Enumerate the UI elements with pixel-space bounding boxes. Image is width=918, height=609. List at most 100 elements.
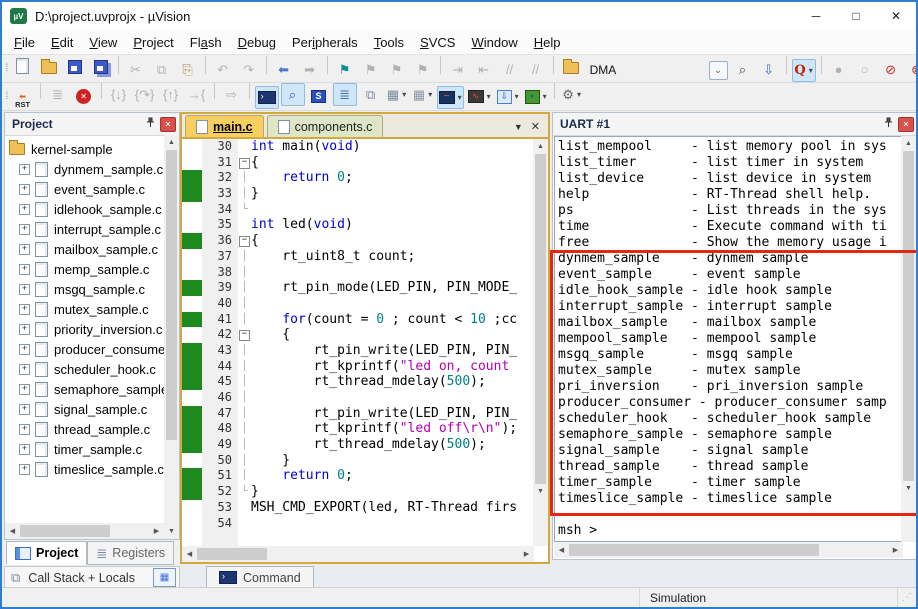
- stop-debug-button[interactable]: ✕: [72, 85, 96, 108]
- expand-icon[interactable]: +: [19, 223, 30, 235]
- code-line[interactable]: 34 └: [182, 202, 532, 218]
- disassembly-window-button[interactable]: ⌕: [280, 83, 305, 106]
- expand-icon[interactable]: +: [19, 383, 30, 395]
- code-line[interactable]: 49 │ rt_thread_mdelay(500);: [182, 437, 532, 453]
- quick-find-button[interactable]: Q ▾: [791, 59, 816, 82]
- uart-horizontal-scrollbar[interactable]: ◀ ▶: [554, 542, 903, 558]
- fold-toggle[interactable]: −: [239, 236, 250, 248]
- dropdown-arrow-icon[interactable]: ▾: [402, 90, 406, 99]
- expand-icon[interactable]: +: [19, 203, 30, 215]
- code-line[interactable]: 31−{: [182, 155, 532, 171]
- run-to-cursor-button[interactable]: →{: [185, 83, 209, 106]
- menu-edit[interactable]: Edit: [43, 32, 81, 53]
- code-editor[interactable]: 30 int main(void) 31−{32 │ return 0; 33 │} 34 └…: [182, 139, 532, 546]
- menu-project[interactable]: Project: [125, 32, 181, 53]
- find-in-files-button[interactable]: ⌕: [731, 58, 755, 81]
- dropdown-arrow-icon[interactable]: ▾: [577, 90, 581, 99]
- disable-breakpoint-button[interactable]: ○: [853, 58, 877, 81]
- code-line[interactable]: 41 │ for(count = 0 ; count < 10 ;cc: [182, 311, 532, 328]
- tree-item-root[interactable]: kernel-sample: [5, 139, 164, 159]
- pin-icon[interactable]: [143, 115, 157, 133]
- menu-file[interactable]: File: [6, 32, 43, 53]
- close-icon[interactable]: ✕: [160, 116, 176, 132]
- tree-item[interactable]: + mutex_sample.c: [5, 299, 164, 319]
- symbol-window-button[interactable]: S: [307, 85, 331, 108]
- redo-button[interactable]: ↷: [237, 58, 261, 81]
- scroll-left-icon[interactable]: ◀: [5, 523, 20, 539]
- pin-icon[interactable]: [881, 115, 895, 133]
- tree-item[interactable]: + timer_sample.c: [5, 439, 164, 459]
- scroll-thumb[interactable]: [535, 154, 546, 484]
- scroll-left-icon[interactable]: ◀: [182, 546, 197, 562]
- save-button[interactable]: [63, 56, 87, 79]
- code-line[interactable]: 40 │: [182, 296, 532, 312]
- outdent-button[interactable]: ⇤: [472, 58, 496, 81]
- resize-grip[interactable]: ⋰: [898, 592, 916, 603]
- system-viewer-button[interactable]: ⇩ ▾: [495, 85, 521, 108]
- expand-icon[interactable]: +: [19, 463, 30, 475]
- prev-bookmark-button[interactable]: ⚑: [385, 58, 409, 81]
- close-icon[interactable]: ✕: [898, 116, 914, 132]
- tree-item[interactable]: + timeslice_sample.c: [5, 459, 164, 479]
- reset-button[interactable]: ⬅ RST: [11, 89, 35, 110]
- menu-flash[interactable]: Flash: [182, 32, 230, 53]
- copy-button[interactable]: ⧉: [150, 58, 174, 81]
- code-line[interactable]: 43 │ rt_pin_write(LED_PIN, PIN_: [182, 342, 532, 359]
- code-line[interactable]: 35 int led(void): [182, 217, 532, 233]
- kill-all-breakpoints-button[interactable]: ⊗: [905, 58, 916, 81]
- expand-icon[interactable]: +: [19, 423, 30, 435]
- code-line[interactable]: 36−{: [182, 233, 532, 249]
- scroll-right-icon[interactable]: ▶: [888, 542, 903, 558]
- dropdown-arrow-icon[interactable]: ▾: [809, 66, 813, 75]
- tab-main-c[interactable]: main.c: [185, 115, 264, 137]
- scroll-down-icon[interactable]: ▼: [533, 484, 548, 499]
- show-next-statement-button[interactable]: ⇨: [220, 83, 244, 106]
- expand-icon[interactable]: +: [19, 343, 30, 355]
- scroll-up-icon[interactable]: ▲: [164, 135, 179, 150]
- editor-horizontal-scrollbar[interactable]: ◀ ▶: [182, 546, 534, 562]
- menu-peripherals[interactable]: Peripherals: [284, 32, 366, 53]
- expand-icon[interactable]: +: [19, 303, 30, 315]
- analysis-window-button[interactable]: ∿ ▾: [466, 85, 493, 108]
- scroll-down-icon[interactable]: ▼: [164, 523, 179, 539]
- scroll-thumb[interactable]: [903, 151, 914, 481]
- tree-item[interactable]: + event_sample.c: [5, 179, 164, 199]
- tree-item[interactable]: + dynmem_sample.c: [5, 159, 164, 179]
- next-bookmark-button[interactable]: ⚑: [359, 58, 383, 81]
- tools-button[interactable]: ⚙ ▾: [560, 83, 584, 106]
- menu-debug[interactable]: Debug: [230, 32, 284, 53]
- tab-list-icon[interactable]: ▼: [514, 122, 523, 132]
- open-file-button[interactable]: [37, 57, 61, 80]
- incremental-find-button[interactable]: ⇩: [757, 58, 781, 81]
- code-line[interactable]: 42− {: [182, 327, 532, 343]
- scroll-thumb[interactable]: [569, 544, 819, 556]
- dropdown-arrow-icon[interactable]: ▾: [543, 92, 547, 101]
- close-button[interactable]: ✕: [876, 4, 916, 28]
- project-vertical-scrollbar[interactable]: ▲: [164, 135, 179, 523]
- expand-icon[interactable]: +: [19, 183, 30, 195]
- indent-button[interactable]: ⇥: [446, 58, 470, 81]
- scroll-thumb[interactable]: [197, 548, 267, 560]
- uncomment-button[interactable]: //: [524, 58, 548, 81]
- undo-button[interactable]: ↶: [211, 58, 235, 81]
- tree-item[interactable]: + msgq_sample.c: [5, 279, 164, 299]
- tree-item[interactable]: +semaphore_sample.c: [5, 379, 164, 399]
- toolbar-grip[interactable]: ⁞⁞: [5, 63, 8, 74]
- uart-terminal[interactable]: list_mempool - list memory pool in sys li…: [554, 136, 901, 542]
- cut-button[interactable]: ✂: [124, 58, 148, 81]
- expand-icon[interactable]: +: [19, 363, 30, 375]
- scroll-right-icon[interactable]: ▶: [519, 546, 534, 562]
- callstack-bar[interactable]: ⧉ Call Stack + Locals ▦: [4, 566, 180, 589]
- fold-toggle[interactable]: −: [239, 330, 250, 342]
- step-into-button[interactable]: {↓}: [107, 83, 131, 106]
- code-line[interactable]: 30 int main(void): [182, 139, 532, 155]
- scroll-right-icon[interactable]: ▶: [149, 523, 164, 539]
- code-line[interactable]: 52 └}: [182, 484, 532, 500]
- code-line[interactable]: 39 │ rt_pin_mode(LED_PIN, PIN_MODE_: [182, 280, 532, 296]
- code-line[interactable]: 53 MSH_CMD_EXPORT(led, RT-Thread firs: [182, 500, 532, 516]
- new-file-button[interactable]: [11, 55, 35, 78]
- navigate-back-button[interactable]: ⬅: [272, 58, 296, 81]
- scroll-down-icon[interactable]: ▼: [901, 481, 916, 496]
- tab-command[interactable]: › Command: [206, 566, 314, 589]
- tree-item[interactable]: +producer_consumer.c: [5, 339, 164, 359]
